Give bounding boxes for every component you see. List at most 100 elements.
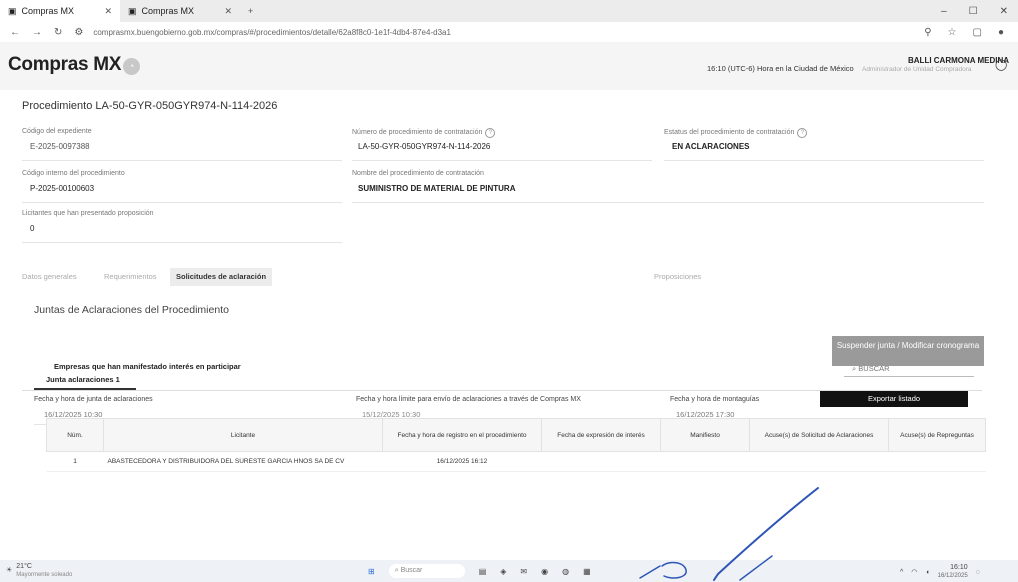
main-content: Procedimiento LA-50-GYR-050GYR974-N-114-… <box>0 90 1018 560</box>
address-bar: ← → ↻ ⚙ comprasmx.buengobierno.gob.mx/co… <box>0 22 1018 43</box>
divider <box>22 202 342 203</box>
empresas-table: Núm. Licitante Fecha y hora de registro … <box>46 418 986 472</box>
browser-tabstrip: ▣ Compras MX ✕ ▣ Compras MX ✕ + – ☐ ✕ <box>0 0 1018 22</box>
close-tab-icon[interactable]: ✕ <box>224 6 232 17</box>
user-avatar-icon[interactable]: ◯ <box>995 58 1007 71</box>
codigo-interno-value: P-2025-00100603 <box>30 184 95 193</box>
weather-desc: Mayormente soleado <box>16 572 73 578</box>
suspend-junta-button[interactable]: Suspender junta / Modificar cronograma <box>832 336 984 366</box>
taskbar-search-label: Buscar <box>400 567 423 574</box>
numero-value: LA-50-GYR-050GYR974-N-114-2026 <box>358 142 491 151</box>
taskbar-date: 16/12/2025 <box>937 573 968 579</box>
reload-icon[interactable]: ↻ <box>54 27 62 38</box>
app-header: Compras MX ◔ 16:10 (UTC-6) Hora en la Ci… <box>0 42 1018 91</box>
cell-manifiesto[interactable] <box>660 451 750 472</box>
os-taskbar: ☀ 21°C Mayormente soleado ⊞ ⌕ Buscar ▤ ◈… <box>0 560 1018 582</box>
cell-licitante: ABASTECEDORA Y DISTRIBUIDORA DEL SURESTE… <box>103 451 383 472</box>
table-row[interactable]: 1 ABASTECEDORA Y DISTRIBUIDORA DEL SURES… <box>46 451 986 472</box>
cell-registro: 16/12/2025 16:12 <box>382 451 542 472</box>
user-name[interactable]: BALLI CARMONA MEDINA <box>908 56 1009 65</box>
estatus-value: EN ACLARACIONES <box>672 142 750 151</box>
empresas-subtitle: Empresas que han manifestado interés en … <box>54 362 241 371</box>
weather-widget[interactable]: ☀ 21°C Mayormente soleado <box>6 563 72 579</box>
weather-temp: 21°C <box>16 563 32 570</box>
brand-logo[interactable]: Compras MX <box>8 54 121 76</box>
close-tab-icon[interactable]: ✕ <box>104 6 112 17</box>
divider <box>22 160 342 161</box>
maximize-icon[interactable]: ☐ <box>969 6 978 17</box>
taskbar-center: ⊞ ⌕ Buscar ▤ ◈ ✉ ◉ ◍ ▦ <box>368 564 591 578</box>
numero-label-text: Número de procedimiento de contratación <box>352 129 483 136</box>
tab-favicon-icon: ▣ <box>8 5 17 16</box>
fecha-envio-label: Fecha y hora límite para envío de aclara… <box>356 396 581 403</box>
taskbar-clock[interactable]: 16:10 16/12/2025 <box>938 564 968 580</box>
column-header[interactable]: Fecha de expresión de interés <box>541 418 661 452</box>
back-icon[interactable]: ← <box>10 27 20 38</box>
tab-solicitudes-aclaracion[interactable]: Solicitudes de aclaración <box>170 268 273 286</box>
column-header[interactable]: Núm. <box>46 418 104 452</box>
column-header[interactable]: Acuse(s) de Repreguntas <box>888 418 986 452</box>
licitantes-label: Licitantes que han presentado proposició… <box>22 210 154 217</box>
profile-icon[interactable]: ● <box>998 27 1004 38</box>
volume-icon[interactable]: ◖ <box>925 569 929 576</box>
extensions-icon[interactable]: ⚲ <box>924 27 931 38</box>
search-field[interactable]: ⌕ BUSCAR <box>852 364 890 374</box>
system-tray: ^ ◠ ◖ 16:10 16/12/2025 ◌ <box>900 564 980 580</box>
table-header-row: Núm. Licitante Fecha y hora de registro … <box>46 418 986 452</box>
help-icon[interactable]: ? <box>797 128 808 138</box>
licitantes-value: 0 <box>30 224 35 233</box>
section-title: Juntas de Aclaraciones del Procedimiento <box>34 304 229 316</box>
search-placeholder: BUSCAR <box>858 364 890 373</box>
nombre-label: Nombre del procedimiento de contratación <box>352 170 484 177</box>
new-tab-button[interactable]: + <box>240 6 261 16</box>
tab-junta-1[interactable]: Junta aclaraciones 1 <box>34 372 136 390</box>
chrome-icon[interactable]: ◉ <box>541 567 548 576</box>
forward-icon[interactable]: → <box>32 27 42 38</box>
cell-acuse-repreguntas[interactable] <box>888 451 986 472</box>
expediente-value[interactable]: E-2025-0097388 <box>30 142 90 151</box>
minimize-icon[interactable]: – <box>941 6 947 17</box>
split-view-icon[interactable]: ▢ <box>973 27 982 38</box>
site-info-icon[interactable]: ⚙ <box>74 27 83 38</box>
tray-chevron-icon[interactable]: ^ <box>900 569 903 576</box>
wifi-icon[interactable]: ◠ <box>911 568 917 576</box>
weather-icon: ☀ <box>6 567 13 574</box>
url-field[interactable]: comprasmx.buengobierno.gob.mx/compras/#/… <box>93 28 924 37</box>
divider <box>22 242 342 243</box>
divider <box>664 160 984 161</box>
page-title: Procedimiento LA-50-GYR-050GYR974-N-114-… <box>22 100 278 112</box>
tab-requerimientos[interactable]: Requerimientos <box>104 272 157 281</box>
tab-datos-generales[interactable]: Datos generales <box>22 272 77 281</box>
notifications-icon[interactable]: ◌ <box>976 569 980 576</box>
codigo-interno-label: Código interno del procedimiento <box>22 170 125 177</box>
cell-acuse-solicitud[interactable] <box>749 451 889 472</box>
taskbar-search[interactable]: ⌕ Buscar <box>388 564 465 578</box>
help-icon[interactable]: ? <box>485 128 496 138</box>
browser-tab-label: Compras MX <box>141 6 195 16</box>
column-header[interactable]: Licitante <box>103 418 383 452</box>
browser-icon[interactable]: ◍ <box>562 567 569 576</box>
fecha-junta-label: Fecha y hora de junta de aclaraciones <box>34 396 153 403</box>
browser-tab-label: Compras MX <box>21 6 75 16</box>
close-window-icon[interactable]: ✕ <box>1000 6 1008 17</box>
column-header[interactable]: Acuse(s) de Solicitud de Aclaraciones <box>749 418 889 452</box>
export-list-button[interactable]: Exportar listado <box>820 391 968 407</box>
notification-badge-icon[interactable]: ◔ <box>123 58 140 75</box>
column-header[interactable]: Fecha y hora de registro en el procedimi… <box>382 418 542 452</box>
store-icon[interactable]: ◈ <box>500 567 506 576</box>
clock-text: 16:10 (UTC-6) Hora en la Ciudad de Méxic… <box>707 64 854 73</box>
start-menu-icon[interactable]: ⊞ <box>368 567 375 576</box>
browser-tab-2[interactable]: ▣ Compras MX ✕ <box>120 0 240 22</box>
mail-icon[interactable]: ✉ <box>520 567 527 576</box>
window-controls: – ☐ ✕ <box>941 6 1018 17</box>
cell-num: 1 <box>46 451 104 472</box>
browser-nav: ← → ↻ ⚙ <box>0 27 93 38</box>
user-role: Administrador de Unidad Compradora <box>862 66 972 73</box>
bookmark-star-icon[interactable]: ☆ <box>948 27 957 38</box>
app-icon[interactable]: ▦ <box>583 567 591 576</box>
file-explorer-icon[interactable]: ▤ <box>479 567 487 576</box>
browser-tab-1[interactable]: ▣ Compras MX ✕ <box>0 0 120 22</box>
column-header[interactable]: Manifiesto <box>660 418 750 452</box>
tab-proposiciones[interactable]: Proposiciones <box>654 272 701 281</box>
browser-toolbar-right: ⚲ ☆ ▢ ● <box>924 27 1018 38</box>
